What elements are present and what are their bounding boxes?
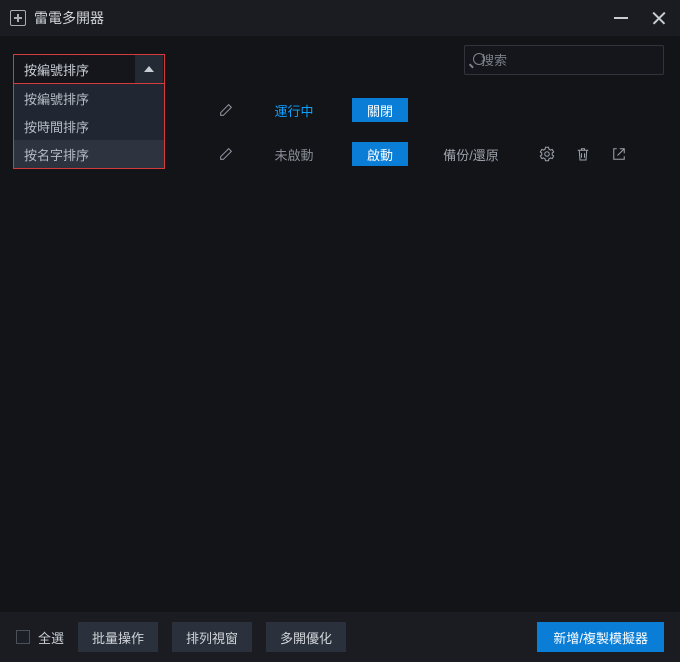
- row-status: 未啟動: [264, 145, 324, 164]
- sort-options-list: 按編號排序 按時間排序 按名字排序: [13, 84, 165, 169]
- multi-optimize-button[interactable]: 多開優化: [266, 622, 346, 652]
- row-action-button[interactable]: 關閉: [352, 98, 408, 122]
- batch-operations-button[interactable]: 批量操作: [78, 622, 158, 652]
- delete-button[interactable]: [574, 145, 592, 163]
- close-window-button[interactable]: [648, 7, 670, 29]
- app-icon: [10, 10, 26, 26]
- pencil-icon: [218, 146, 234, 162]
- sort-selected[interactable]: 按編號排序: [13, 54, 165, 84]
- gear-icon: [538, 145, 556, 163]
- select-all[interactable]: 全選: [16, 628, 64, 647]
- trash-icon: [574, 145, 592, 163]
- search-box[interactable]: [464, 45, 664, 75]
- arrange-windows-button[interactable]: 排列視窗: [172, 622, 252, 652]
- backup-restore-link[interactable]: 備份/還原: [436, 145, 506, 164]
- minimize-button[interactable]: [610, 7, 632, 29]
- app-title: 雷電多開器: [34, 8, 104, 28]
- sort-option[interactable]: 按編號排序: [14, 84, 164, 112]
- minimize-icon: [614, 17, 628, 19]
- shortcut-button[interactable]: [610, 145, 628, 163]
- pencil-icon: [218, 102, 234, 118]
- bottom-bar: 全選 批量操作 排列視窗 多開優化 新增/複製模擬器: [0, 612, 680, 662]
- search-input[interactable]: [481, 53, 657, 68]
- sort-toggle[interactable]: [135, 55, 163, 83]
- rename-button[interactable]: [216, 102, 236, 118]
- select-all-label: 全選: [38, 628, 64, 647]
- select-all-checkbox[interactable]: [16, 630, 30, 644]
- external-link-icon: [610, 145, 628, 163]
- sort-option[interactable]: 按時間排序: [14, 112, 164, 140]
- rename-button[interactable]: [216, 146, 236, 162]
- chevron-up-icon: [144, 66, 154, 72]
- sort-dropdown: 按編號排序 按編號排序 按時間排序 按名字排序: [13, 54, 165, 169]
- sort-option[interactable]: 按名字排序: [14, 140, 164, 168]
- row-status: 運行中: [264, 101, 324, 120]
- add-clone-button[interactable]: 新增/複製模擬器: [537, 622, 664, 652]
- close-icon: [651, 10, 667, 26]
- titlebar: 雷電多開器: [0, 0, 680, 36]
- row-action-button[interactable]: 啟動: [352, 142, 408, 166]
- sort-selected-label: 按編號排序: [24, 60, 89, 79]
- settings-button[interactable]: [538, 145, 556, 163]
